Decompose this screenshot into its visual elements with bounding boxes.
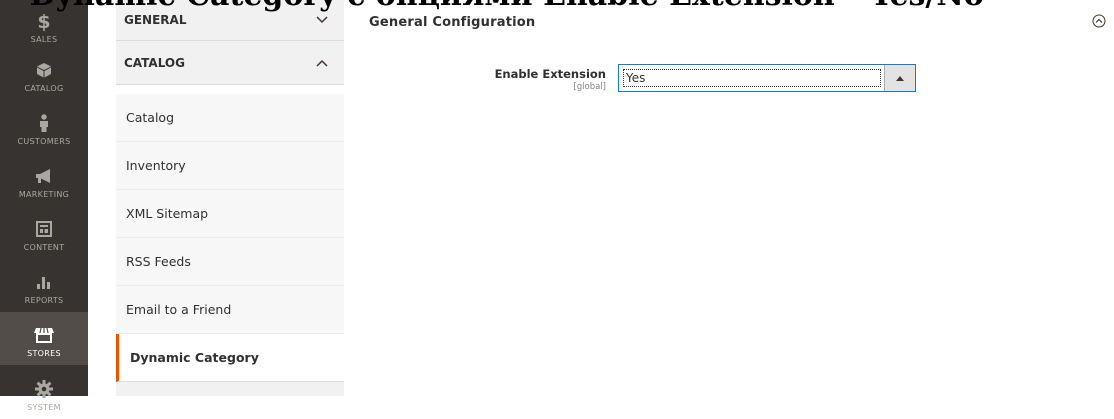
nav-link-label: Dynamic Category (130, 350, 259, 365)
section-title: General Configuration (369, 15, 536, 30)
collapse-section-icon[interactable] (1092, 14, 1106, 28)
sidebar-item-stores[interactable]: STORES (0, 312, 88, 365)
store-icon (32, 325, 56, 345)
nav-link-dynamic-category[interactable]: Dynamic Category (116, 334, 344, 382)
layout-icon (32, 219, 56, 239)
overlay-title: • Dynamic Category с опциями Enable Exte… (0, 0, 1114, 13)
caret-up-icon (896, 75, 904, 81)
nav-next-section (116, 382, 344, 396)
sidebar-item-reports[interactable]: REPORTS (0, 259, 88, 312)
nav-link-label: Catalog (126, 110, 175, 125)
svg-text:$: $ (37, 11, 50, 31)
nav-link-label: RSS Feeds (126, 254, 191, 269)
dollar-icon: $ (32, 11, 56, 31)
sidebar-item-label: CUSTOMERS (17, 137, 71, 146)
sidebar-item-label: REPORTS (24, 296, 64, 305)
nav-section-label: CATALOG (124, 55, 185, 70)
nav-link-email-to-a-friend[interactable]: Email to a Friend (116, 286, 344, 334)
sidebar-item-catalog[interactable]: CATALOG (0, 47, 88, 100)
enable-extension-scope: [global] (573, 82, 606, 92)
nav-section-label: GENERAL (124, 13, 187, 27)
nav-link-label: Inventory (126, 158, 186, 173)
sidebar-item-label: CATALOG (24, 84, 64, 93)
admin-sidebar: $ SALES CATALOG CUSTOMERS MARKETING CONT… (0, 0, 88, 412)
sidebar-item-customers[interactable]: CUSTOMERS (0, 100, 88, 153)
nav-link-rss-feeds[interactable]: RSS Feeds (116, 238, 344, 286)
sidebar-item-label: SYSTEM (27, 403, 61, 412)
gear-icon (32, 379, 56, 399)
chevron-up-icon (316, 59, 328, 67)
config-nav: GENERAL CATALOG Catalog Inventory XML Si… (116, 0, 344, 396)
sidebar-item-marketing[interactable]: MARKETING (0, 153, 88, 206)
person-icon (32, 113, 56, 133)
sidebar-item-content[interactable]: CONTENT (0, 206, 88, 259)
enable-extension-label: Enable Extension (494, 67, 606, 81)
nav-link-catalog[interactable]: Catalog (116, 94, 344, 142)
megaphone-icon (32, 166, 56, 186)
sidebar-item-label: CONTENT (23, 243, 65, 252)
nav-link-inventory[interactable]: Inventory (116, 142, 344, 190)
sidebar-item-label: MARKETING (18, 190, 70, 199)
enable-extension-select[interactable]: Yes (618, 64, 916, 92)
nav-link-label: XML Sitemap (126, 206, 209, 221)
bar-chart-icon (32, 272, 56, 292)
chevron-down-icon (316, 16, 328, 24)
select-value: Yes (623, 69, 881, 87)
dropdown-toggle[interactable] (884, 65, 915, 91)
nav-link-xml-sitemap[interactable]: XML Sitemap (116, 190, 344, 238)
sidebar-item-label: STORES (27, 349, 61, 358)
nav-link-label: Email to a Friend (126, 302, 232, 317)
nav-section-catalog[interactable]: CATALOG (116, 41, 344, 85)
sidebar-item-system[interactable]: SYSTEM (0, 366, 88, 419)
sidebar-item-label: SALES (30, 35, 58, 44)
cube-icon (32, 60, 56, 80)
